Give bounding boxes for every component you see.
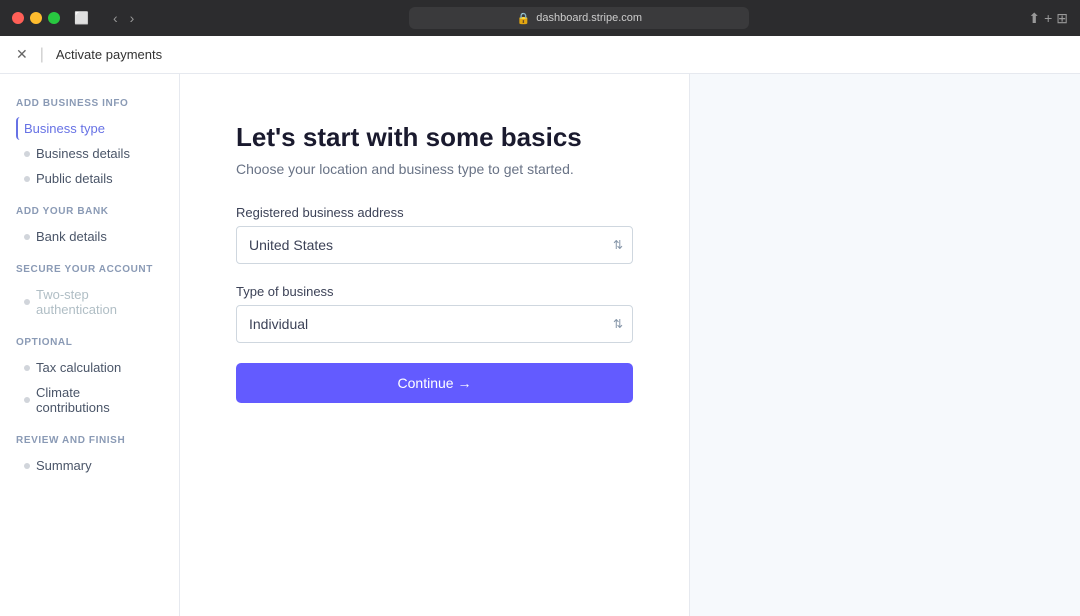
address-select-wrapper: United States United Kingdom Canada Aust… — [236, 226, 633, 264]
form-title: Let's start with some basics — [236, 122, 633, 153]
back-button[interactable]: ‹ — [109, 8, 122, 28]
close-tab-button[interactable]: ✕ — [16, 46, 28, 63]
browser-actions: ⬆ + ⊞ — [1028, 10, 1068, 27]
browser-nav: ‹ › — [109, 8, 138, 28]
new-tab-button[interactable]: + — [1044, 10, 1052, 27]
sidebar-item-tax-label: Tax calculation — [36, 360, 121, 375]
topbar-divider: | — [40, 46, 44, 64]
address-select[interactable]: United States United Kingdom Canada Aust… — [236, 226, 633, 264]
form-subtitle: Choose your location and business type t… — [236, 161, 633, 177]
sidebar-item-summary-label: Summary — [36, 458, 92, 473]
sidebar-item-business-type-label: Business type — [24, 121, 105, 136]
sidebar-item-summary[interactable]: Summary — [16, 454, 163, 477]
sidebar-item-bank-details[interactable]: Bank details — [16, 225, 163, 248]
topbar-title: Activate payments — [56, 47, 162, 62]
url-text: dashboard.stripe.com — [536, 12, 642, 24]
address-field-group: Registered business address United State… — [236, 205, 633, 264]
sidebar-section-add-business-info: ADD BUSINESS INFO — [16, 98, 163, 109]
business-type-select[interactable]: Individual Company Non-profit Government… — [236, 305, 633, 343]
sidebar-item-tax-calculation[interactable]: Tax calculation — [16, 356, 163, 379]
sidebar-item-two-step-label: Two-step authentication — [36, 287, 155, 317]
close-traffic-light[interactable] — [12, 12, 24, 24]
sidebar-item-climate[interactable]: Climate contributions — [16, 381, 163, 419]
topbar: ✕ | Activate payments — [0, 36, 1080, 74]
sidebar-item-business-type[interactable]: Business type — [16, 117, 163, 140]
browser-chrome: ⬜ ‹ › 🔒 dashboard.stripe.com ⬆ + ⊞ — [0, 0, 1080, 36]
continue-button[interactable]: Continue → — [236, 363, 633, 403]
right-panel — [690, 74, 1080, 616]
sidebar-section-add-bank: ADD YOUR BANK — [16, 206, 163, 217]
sidebar-section-review: REVIEW AND FINISH — [16, 435, 163, 446]
address-bar[interactable]: 🔒 dashboard.stripe.com — [409, 7, 749, 29]
sidebar-item-public-details-label: Public details — [36, 171, 113, 186]
sidebar-dot-tax — [24, 365, 30, 371]
business-select-wrapper: Individual Company Non-profit Government… — [236, 305, 633, 343]
sidebar-section-optional: OPTIONAL — [16, 337, 163, 348]
sidebar-item-two-step: Two-step authentication — [16, 283, 163, 321]
forward-button[interactable]: › — [126, 8, 139, 28]
window-layout-button[interactable]: ⬜ — [70, 9, 93, 27]
sidebar-section-secure-account: SECURE YOUR ACCOUNT — [16, 264, 163, 275]
sidebar-dot-two-step — [24, 299, 30, 305]
share-button[interactable]: ⬆ — [1028, 10, 1040, 27]
sidebar-item-bank-details-label: Bank details — [36, 229, 107, 244]
sidebar-item-climate-label: Climate contributions — [36, 385, 155, 415]
sidebar-item-business-details[interactable]: Business details — [16, 142, 163, 165]
sidebar-item-public-details[interactable]: Public details — [16, 167, 163, 190]
sidebar: ADD BUSINESS INFO Business type Business… — [0, 74, 180, 616]
minimize-traffic-light[interactable] — [30, 12, 42, 24]
sidebar-dot-summary — [24, 463, 30, 469]
main-layout: ADD BUSINESS INFO Business type Business… — [0, 74, 1080, 616]
sidebar-dot-business-details — [24, 151, 30, 157]
fullscreen-traffic-light[interactable] — [48, 12, 60, 24]
address-bar-wrapper: 🔒 dashboard.stripe.com — [146, 7, 1012, 29]
sidebar-item-business-details-label: Business details — [36, 146, 130, 161]
sidebar-dot-public-details — [24, 176, 30, 182]
sidebar-dot-bank-details — [24, 234, 30, 240]
traffic-lights — [12, 12, 60, 24]
form-panel: Let's start with some basics Choose your… — [180, 74, 690, 616]
sidebar-dot-climate — [24, 397, 30, 403]
grid-button[interactable]: ⊞ — [1056, 10, 1068, 27]
business-type-field-group: Type of business Individual Company Non-… — [236, 284, 633, 343]
lock-icon: 🔒 — [517, 12, 531, 25]
content-area: Let's start with some basics Choose your… — [180, 74, 1080, 616]
address-field-label: Registered business address — [236, 205, 633, 220]
business-type-field-label: Type of business — [236, 284, 633, 299]
